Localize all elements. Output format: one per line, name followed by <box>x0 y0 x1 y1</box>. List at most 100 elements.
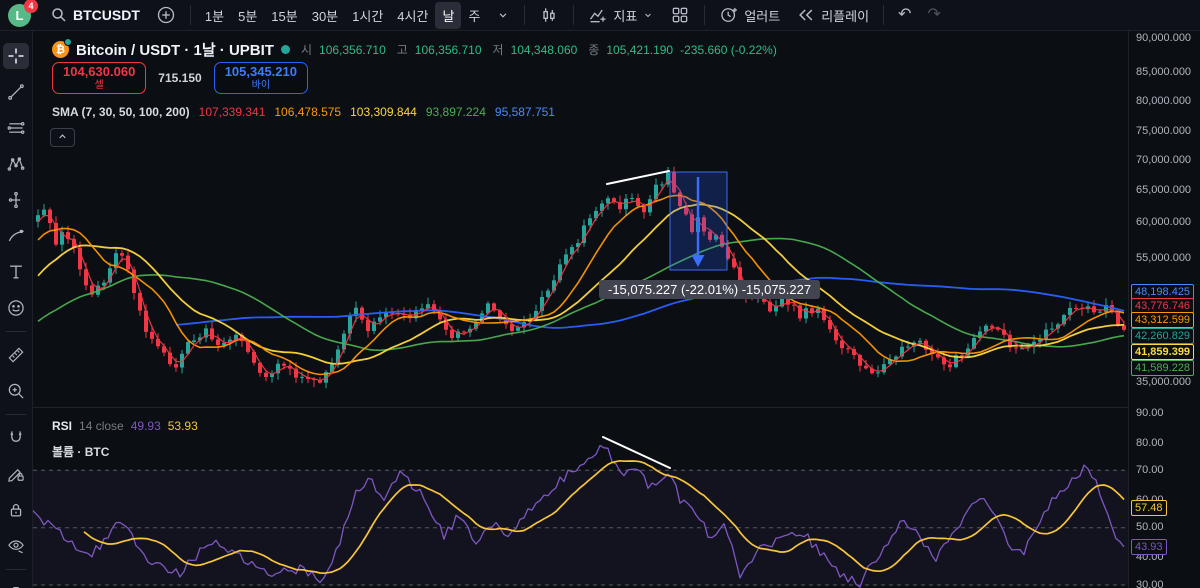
trade-buttons: 104,630.060 셀 715.150 105,345.210 바이 <box>52 62 308 94</box>
rsi-legend[interactable]: RSI 14 close 49.93 53.93 <box>52 419 198 433</box>
horizontal-lines-tool-icon[interactable] <box>3 115 29 141</box>
collapse-indicators-button[interactable] <box>50 128 75 147</box>
market-status-dot <box>281 45 290 54</box>
sma-value: 106,478.575 <box>274 105 341 119</box>
indicators-button[interactable]: 지표 <box>581 1 661 29</box>
replay-label: 리플레이 <box>821 6 869 25</box>
interval-button[interactable]: 1분 <box>198 2 231 29</box>
indicators-icon <box>588 5 608 25</box>
axis-tick: 35,000.000 <box>1136 376 1191 388</box>
axis-indicator-label: 41,859.399 <box>1131 344 1194 360</box>
volume-legend[interactable]: 볼륨 · BTC <box>52 443 109 460</box>
high-value: 106,356.710 <box>415 43 482 57</box>
sma-value: 103,309.844 <box>350 105 417 119</box>
sell-button[interactable]: 104,630.060 셀 <box>52 62 146 94</box>
chevron-down-icon <box>496 8 510 22</box>
notification-badge: 4 <box>24 0 38 13</box>
rsi-params: 14 close <box>79 419 124 433</box>
low-label: 저 <box>493 41 504 58</box>
drawing-sync-tool-icon[interactable] <box>3 461 29 487</box>
pane-separator[interactable] <box>33 407 1200 408</box>
interval-menu-button[interactable] <box>489 4 517 26</box>
volume-label: 볼륨 · BTC <box>52 445 109 459</box>
symbol-name: BTCUSDT <box>73 7 140 23</box>
toolbar-divider <box>883 5 884 25</box>
buy-button[interactable]: 105,345.210 바이 <box>214 62 308 94</box>
alert-clock-icon <box>719 5 739 25</box>
remove-drawings-tool-icon[interactable] <box>3 580 29 588</box>
emoji-tool-icon[interactable] <box>3 295 29 321</box>
search-icon <box>50 6 68 24</box>
brush-tool-icon[interactable] <box>3 223 29 249</box>
avatar-letter: L <box>16 8 24 23</box>
indicators-label: 지표 <box>613 6 637 25</box>
sell-label: 셀 <box>63 80 135 92</box>
interval-buttons: 1분5분15분30분1시간4시간날주 <box>198 2 488 29</box>
axis-tick: 60,000.000 <box>1136 216 1191 228</box>
axis-tick: 90,000.000 <box>1136 32 1191 44</box>
compare-add-symbol-button[interactable] <box>149 1 183 29</box>
candlestick-icon <box>539 5 559 25</box>
interval-button[interactable]: 4시간 <box>390 2 435 29</box>
redo-icon: ↷ <box>927 7 940 23</box>
hide-drawings-tool-icon[interactable] <box>3 533 29 559</box>
axis-tick: 65,000.000 <box>1136 184 1191 196</box>
text-tool-icon[interactable] <box>3 259 29 285</box>
toolbar-divider <box>6 569 26 570</box>
symbol-legend[interactable]: ₿ Bitcoin / USDT · 1날 · UPBIT 시 106,356.… <box>52 39 777 60</box>
xabcd-pattern-tool-icon[interactable] <box>3 151 29 177</box>
open-label: 시 <box>301 41 312 58</box>
sma-legend[interactable]: SMA (7, 30, 50, 100, 200) 107,339.341106… <box>52 105 555 119</box>
close-value: 105,421.190 <box>606 43 673 57</box>
toolbar-divider <box>573 5 574 25</box>
trend-line-tool-icon[interactable] <box>3 79 29 105</box>
axis-tick: 85,000.000 <box>1136 66 1191 78</box>
top-toolbar: L 4 BTCUSDT 1분5분15분30분1시간4시간날주 <box>0 0 1200 31</box>
zoom-in-tool-icon[interactable] <box>3 378 29 404</box>
interval-button[interactable]: 30분 <box>305 2 345 29</box>
axis-tick: 80,000.000 <box>1136 95 1191 107</box>
undo-button[interactable]: ↶ <box>891 3 918 27</box>
rsi-name: RSI <box>52 419 72 433</box>
crosshair-tool-icon[interactable] <box>3 43 29 69</box>
alert-label: 얼러트 <box>744 6 780 25</box>
spread-value: 715.150 <box>158 71 201 85</box>
bitcoin-icon: ₿ <box>52 41 69 58</box>
user-avatar[interactable]: L 4 <box>8 4 31 27</box>
rsi-trendline-annotation <box>603 437 670 468</box>
price-axis[interactable]: 90,000.00085,000.00080,000.00075,000.000… <box>1128 31 1200 588</box>
toolbar-divider <box>190 5 191 25</box>
replay-rewind-icon <box>796 5 816 25</box>
chevron-up-icon <box>57 130 68 145</box>
interval-button[interactable]: 주 <box>461 2 487 29</box>
buy-price: 105,345.210 <box>225 65 297 80</box>
alert-button[interactable]: 얼러트 <box>712 1 787 29</box>
measure-tool-label[interactable]: -15,075.227 (-22.01%) -15,075.227 <box>599 280 820 299</box>
axis-indicator-label: 43.93 <box>1131 539 1167 555</box>
axis-tick: 55,000.000 <box>1136 252 1191 264</box>
ruler-tool-icon[interactable] <box>3 342 29 368</box>
close-label: 종 <box>588 41 599 58</box>
magnet-tool-icon[interactable] <box>3 425 29 451</box>
interval-button[interactable]: 날 <box>435 2 461 29</box>
trendline-annotation <box>607 171 669 184</box>
toolbar-divider <box>704 5 705 25</box>
layout-templates-button[interactable] <box>663 1 697 29</box>
axis-indicator-label: 42,260.829 <box>1131 328 1194 344</box>
interval-button[interactable]: 15분 <box>264 2 304 29</box>
chart-style-button[interactable] <box>532 1 566 29</box>
chevron-down-icon <box>642 9 654 21</box>
axis-indicator-label: 41,589.228 <box>1131 360 1194 376</box>
interval-button[interactable]: 5분 <box>231 2 264 29</box>
long-position-tool-icon[interactable] <box>3 187 29 213</box>
sell-price: 104,630.060 <box>63 65 135 80</box>
low-value: 104,348.060 <box>511 43 578 57</box>
toolbar-divider <box>524 5 525 25</box>
lock-all-tool-icon[interactable] <box>3 497 29 523</box>
interval-button[interactable]: 1시간 <box>345 2 390 29</box>
redo-button[interactable]: ↷ <box>920 3 947 27</box>
replay-button[interactable]: 리플레이 <box>789 1 876 29</box>
symbol-search-button[interactable]: BTCUSDT <box>43 2 147 28</box>
axis-tick: 30.00 <box>1136 579 1164 588</box>
axis-tick: 70,000.000 <box>1136 154 1191 166</box>
